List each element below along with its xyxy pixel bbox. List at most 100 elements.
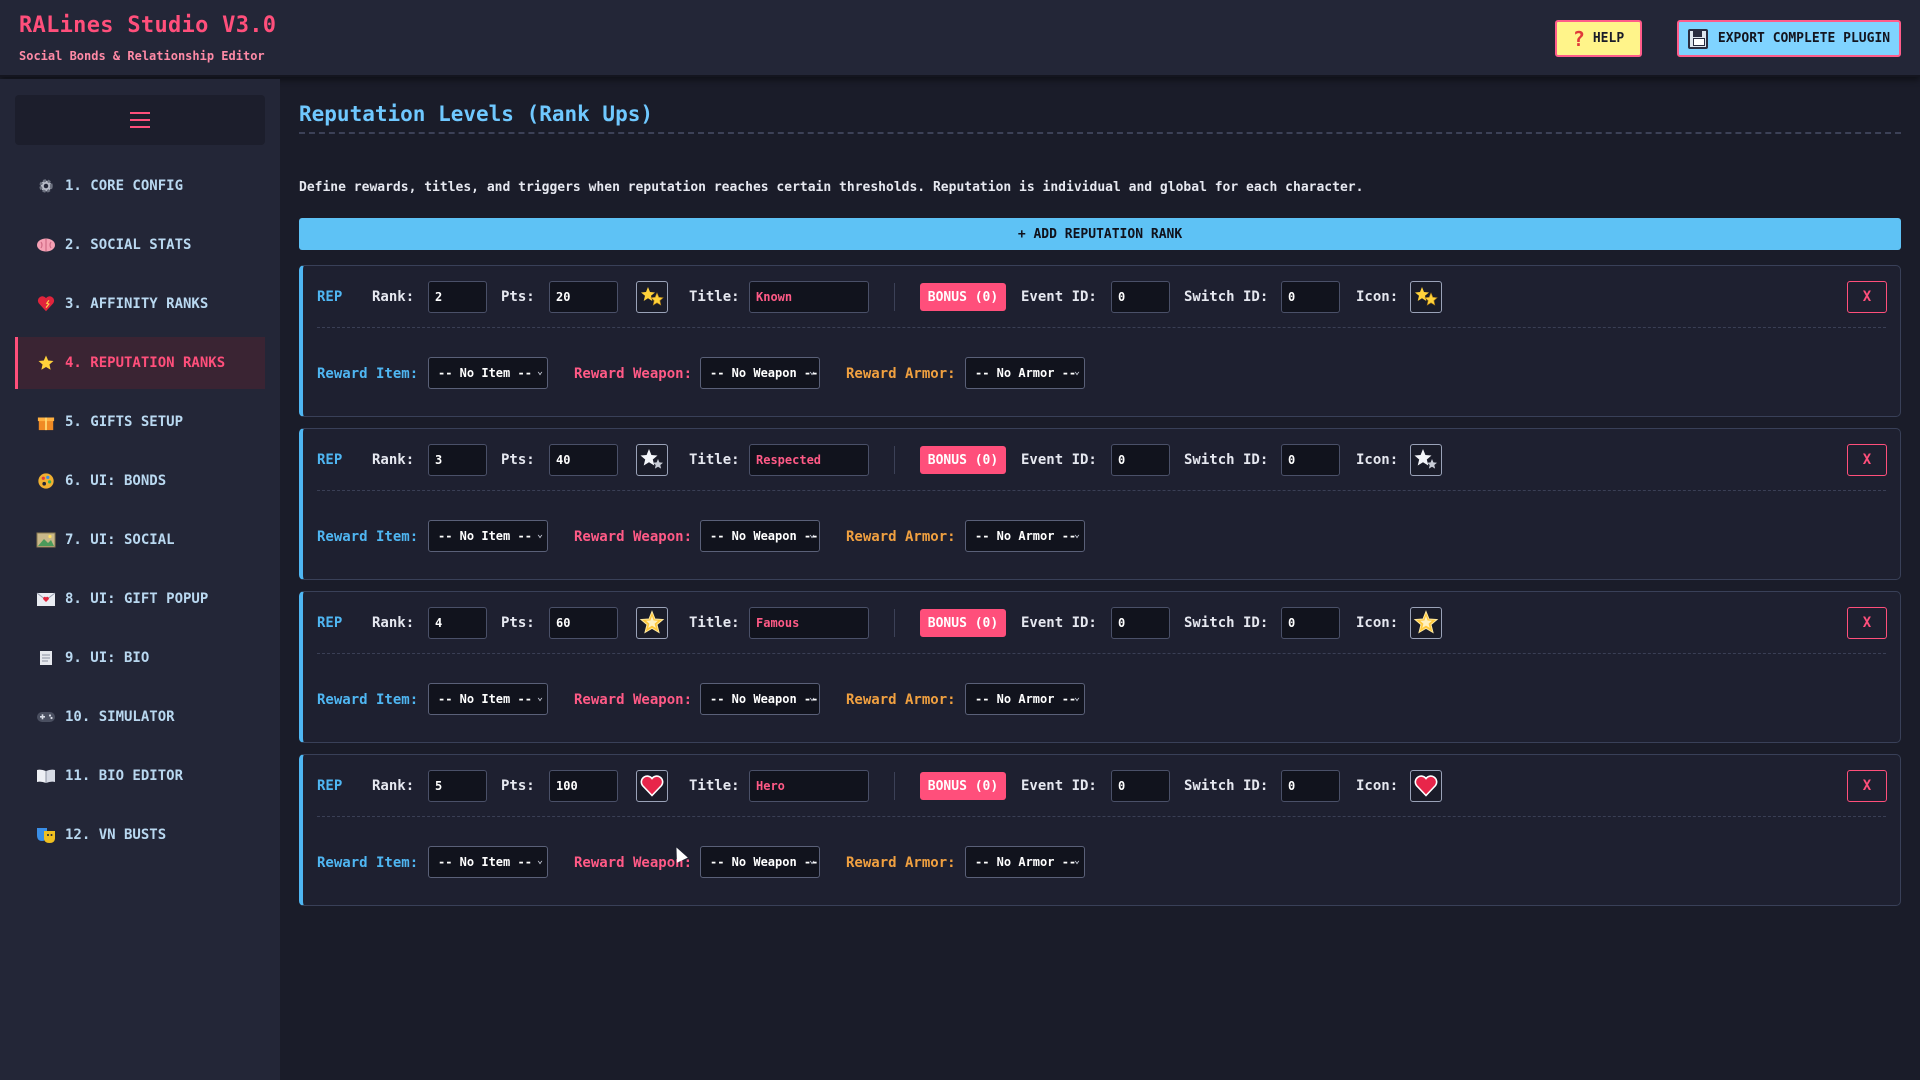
- rank-card-main-row: REP Rank: 2 Pts: 20 Title: Known BONUS (…: [303, 266, 1900, 330]
- reward-weapon-label: Reward Weapon:: [574, 529, 693, 545]
- add-reputation-rank-button[interactable]: + ADD REPUTATION RANK: [299, 218, 1901, 250]
- reward-weapon-select[interactable]: -- No Weapon -- ⌄: [700, 683, 820, 715]
- two-stars-icon[interactable]: [1410, 281, 1442, 313]
- heart-icon[interactable]: [1410, 770, 1442, 802]
- reward-item-label: Reward Item:: [317, 529, 419, 545]
- bonus-button[interactable]: BONUS (0): [920, 446, 1006, 474]
- rank-label: Rank:: [372, 289, 415, 305]
- switch-id-input[interactable]: 0: [1281, 444, 1340, 476]
- event-id-input[interactable]: 0: [1111, 607, 1170, 639]
- delete-rank-button[interactable]: X: [1847, 444, 1887, 476]
- reward-item-label: Reward Item:: [317, 366, 419, 382]
- pts-label: Pts:: [501, 778, 535, 794]
- chevron-down-icon: ⌄: [1073, 529, 1080, 540]
- switch-id-input[interactable]: 0: [1281, 607, 1340, 639]
- field-divider: [894, 609, 895, 637]
- bonus-button[interactable]: BONUS (0): [920, 772, 1006, 800]
- sidebar-item-vn-busts[interactable]: 12. VN BUSTS: [15, 809, 265, 861]
- title-input[interactable]: Respected: [749, 444, 869, 476]
- two-white-stars-icon[interactable]: [1410, 444, 1442, 476]
- reward-weapon-select[interactable]: -- No Weapon -- ⌄: [700, 357, 820, 389]
- rank-input[interactable]: 4: [428, 607, 487, 639]
- reward-item-select[interactable]: -- No Item -- ⌄: [428, 357, 548, 389]
- reward-weapon-select[interactable]: -- No Weapon -- ⌄: [700, 846, 820, 878]
- reward-item-select[interactable]: -- No Item -- ⌄: [428, 683, 548, 715]
- rank-card-main-row: REP Rank: 3 Pts: 40 Title: Respected BON…: [303, 429, 1900, 493]
- pts-input[interactable]: 100: [549, 770, 618, 802]
- sidebar-toggle-button[interactable]: [15, 95, 265, 145]
- event-id-label: Event ID:: [1021, 615, 1097, 631]
- sidebar-item-label: 1. CORE CONFIG: [65, 178, 184, 194]
- event-id-input[interactable]: 0: [1111, 281, 1170, 313]
- reward-weapon-value: -- No Weapon --: [710, 366, 819, 380]
- title-input[interactable]: Hero: [749, 770, 869, 802]
- icon-label: Icon:: [1356, 452, 1399, 468]
- title-input[interactable]: Known: [749, 281, 869, 313]
- delete-rank-button[interactable]: X: [1847, 607, 1887, 639]
- help-button[interactable]: ? HELP: [1555, 20, 1642, 57]
- title-label: Title:: [689, 452, 740, 468]
- title-label: Title:: [689, 615, 740, 631]
- sidebar-item-social-stats[interactable]: 2. SOCIAL STATS: [15, 219, 265, 271]
- reward-item-select[interactable]: -- No Item -- ⌄: [428, 520, 548, 552]
- bonus-button[interactable]: BONUS (0): [920, 283, 1006, 311]
- glowing-star-icon[interactable]: [636, 607, 668, 639]
- rank-card-reward-row: Reward Item: -- No Item -- ⌄ Reward Weapo…: [303, 331, 1900, 417]
- rank-label: Rank:: [372, 615, 415, 631]
- reward-armor-select[interactable]: -- No Armor -- ⌄: [965, 683, 1085, 715]
- event-id-label: Event ID:: [1021, 289, 1097, 305]
- row-divider: [317, 653, 1886, 654]
- envelope-icon: [36, 589, 56, 609]
- sidebar-item-affinity-ranks[interactable]: 3. AFFINITY RANKS: [15, 278, 265, 330]
- event-id-label: Event ID:: [1021, 452, 1097, 468]
- sidebar-item-gifts-setup[interactable]: 5. GIFTS SETUP: [15, 396, 265, 448]
- pts-label: Pts:: [501, 289, 535, 305]
- export-button-label: EXPORT COMPLETE PLUGIN: [1717, 31, 1891, 46]
- event-id-input[interactable]: 0: [1111, 444, 1170, 476]
- sidebar-item-simulator[interactable]: 10. SIMULATOR: [15, 691, 265, 743]
- sidebar-item-core-config[interactable]: 1. CORE CONFIG: [15, 160, 265, 212]
- reward-item-value: -- No Item --: [438, 692, 532, 706]
- reward-weapon-value: -- No Weapon --: [710, 855, 819, 869]
- sidebar-item-ui-social[interactable]: 7. UI: SOCIAL: [15, 514, 265, 566]
- bonus-button[interactable]: BONUS (0): [920, 609, 1006, 637]
- delete-rank-button[interactable]: X: [1847, 770, 1887, 802]
- sidebar-item-ui-gift-popup[interactable]: 8. UI: GIFT POPUP: [15, 573, 265, 625]
- rep-tag: REP: [317, 615, 343, 631]
- chevron-down-icon: ⌄: [536, 529, 543, 540]
- reward-item-select[interactable]: -- No Item -- ⌄: [428, 846, 548, 878]
- rank-card-reward-row: Reward Item: -- No Item -- ⌄ Reward Weapo…: [303, 657, 1900, 743]
- sidebar-item-label: 4. REPUTATION RANKS: [65, 355, 226, 371]
- reward-armor-select[interactable]: -- No Armor -- ⌄: [965, 846, 1085, 878]
- two-stars-icon[interactable]: [636, 281, 668, 313]
- floppy-disk-icon: [1687, 28, 1708, 49]
- rank-input[interactable]: 2: [428, 281, 487, 313]
- rank-input[interactable]: 3: [428, 444, 487, 476]
- title-label: Title:: [689, 289, 740, 305]
- field-divider: [894, 283, 895, 311]
- sidebar-item-ui-bonds[interactable]: 6. UI: BONDS: [15, 455, 265, 507]
- rank-input[interactable]: 5: [428, 770, 487, 802]
- delete-rank-button[interactable]: X: [1847, 281, 1887, 313]
- export-plugin-button[interactable]: EXPORT COMPLETE PLUGIN: [1677, 20, 1901, 57]
- event-id-input[interactable]: 0: [1111, 770, 1170, 802]
- pts-input[interactable]: 60: [549, 607, 618, 639]
- two-white-stars-icon[interactable]: [636, 444, 668, 476]
- sidebar-item-bio-editor[interactable]: 11. BIO EDITOR: [15, 750, 265, 802]
- heart-icon[interactable]: [636, 770, 668, 802]
- reward-armor-select[interactable]: -- No Armor -- ⌄: [965, 520, 1085, 552]
- reward-item-value: -- No Item --: [438, 366, 532, 380]
- pts-input[interactable]: 20: [549, 281, 618, 313]
- switch-id-input[interactable]: 0: [1281, 770, 1340, 802]
- pts-input[interactable]: 40: [549, 444, 618, 476]
- reward-item-label: Reward Item:: [317, 692, 419, 708]
- switch-id-input[interactable]: 0: [1281, 281, 1340, 313]
- reward-armor-select[interactable]: -- No Armor -- ⌄: [965, 357, 1085, 389]
- reward-weapon-select[interactable]: -- No Weapon -- ⌄: [700, 520, 820, 552]
- sidebar-item-ui-bio[interactable]: 9. UI: BIO: [15, 632, 265, 684]
- field-divider: [894, 772, 895, 800]
- title-input[interactable]: Famous: [749, 607, 869, 639]
- chevron-down-icon: ⌄: [808, 855, 815, 866]
- glowing-star-icon[interactable]: [1410, 607, 1442, 639]
- sidebar-item-reputation-ranks[interactable]: 4. REPUTATION RANKS: [15, 337, 265, 389]
